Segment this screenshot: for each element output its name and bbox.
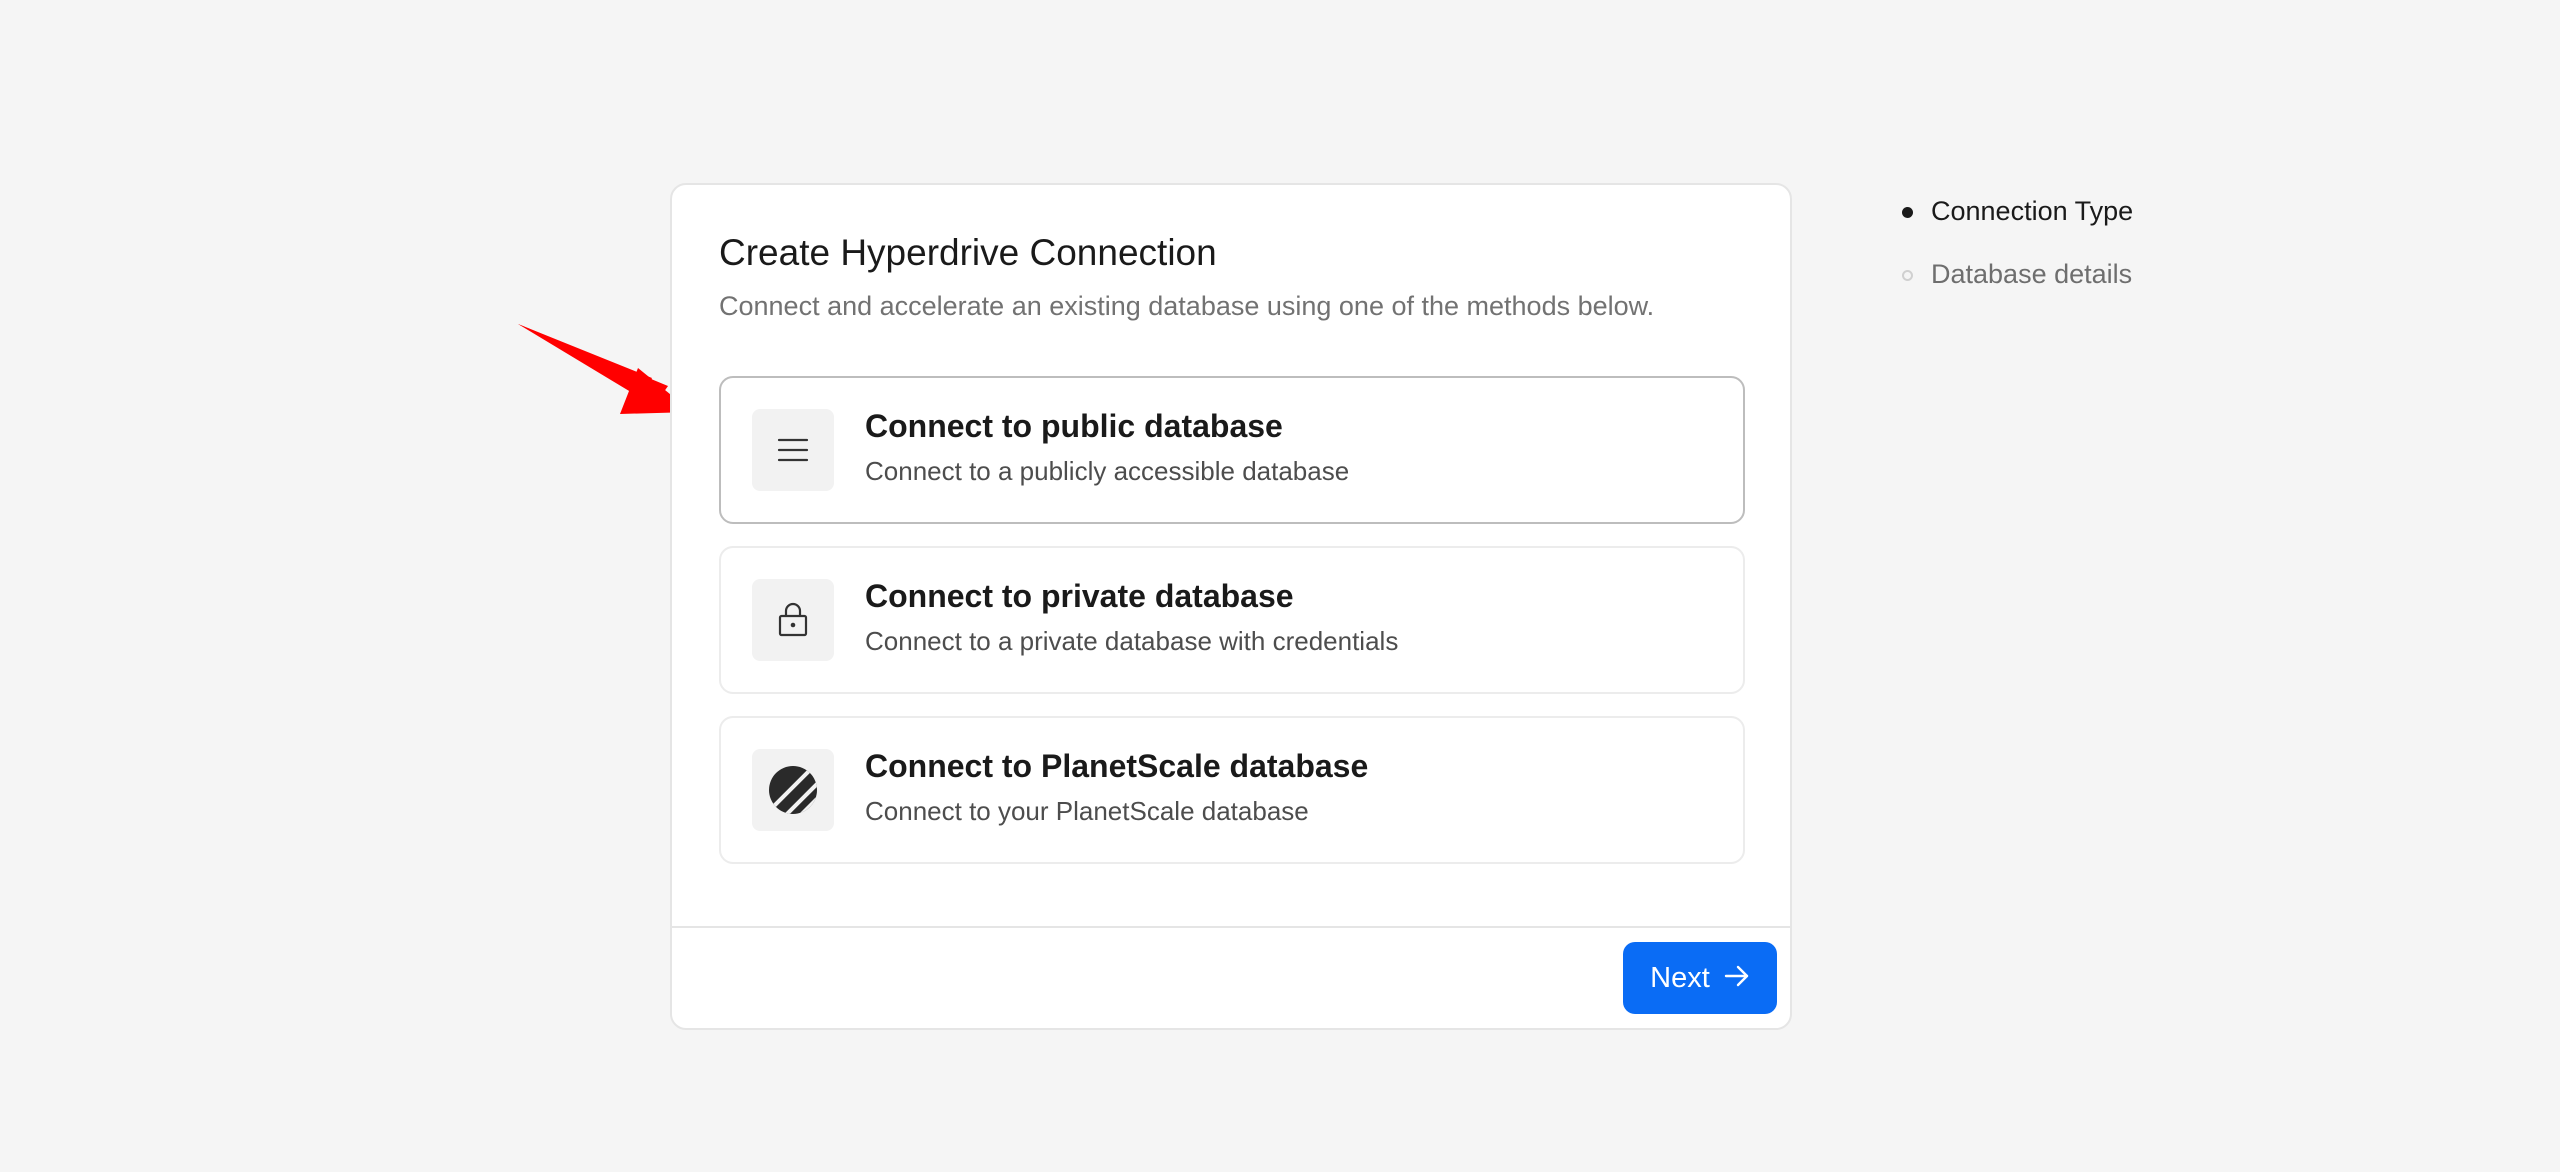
- annotation-arrow-icon: [518, 324, 692, 414]
- step-inactive-dot-icon: [1902, 270, 1913, 281]
- planetscale-logo-icon: [752, 749, 834, 831]
- arrow-right-icon: [1724, 962, 1750, 995]
- option-description: Connect to a publicly accessible databas…: [865, 456, 1350, 486]
- option-public-database[interactable]: Connect to public database Connect to a …: [719, 376, 1745, 524]
- dialog-body: Create Hyperdrive Connection Connect and…: [672, 185, 1790, 928]
- step-label: Database details: [1931, 259, 2133, 289]
- step-active-dot-icon: [1902, 207, 1913, 218]
- next-button[interactable]: Next: [1623, 942, 1777, 1014]
- option-title: Connect to private database: [865, 578, 1294, 614]
- option-description: Connect to your PlanetScale database: [865, 796, 1309, 826]
- option-planetscale-database[interactable]: Connect to PlanetScale database Connect …: [719, 716, 1745, 864]
- dialog-subtitle: Connect and accelerate an existing datab…: [719, 291, 1655, 321]
- option-title: Connect to PlanetScale database: [865, 748, 1369, 784]
- option-title: Connect to public database: [865, 408, 1283, 444]
- dialog-title: Create Hyperdrive Connection: [719, 232, 1217, 273]
- menu-lines-icon: [752, 409, 834, 491]
- lock-icon: [752, 579, 834, 661]
- option-description: Connect to a private database with crede…: [865, 626, 1399, 656]
- create-connection-dialog: Create Hyperdrive Connection Connect and…: [670, 183, 1792, 1030]
- next-button-label: Next: [1650, 961, 1710, 994]
- option-private-database[interactable]: Connect to private database Connect to a…: [719, 546, 1745, 694]
- step-label: Connection Type: [1931, 196, 2134, 226]
